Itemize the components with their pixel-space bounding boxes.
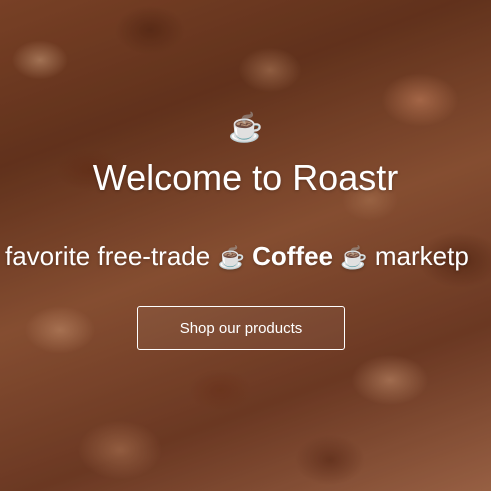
shop-products-button[interactable]: Shop our products <box>137 306 345 350</box>
coffee-cup-icon: ☕ <box>228 112 263 143</box>
tagline-text-after: marketp <box>374 241 469 271</box>
tagline-container: favorite free-trade ☕ Coffee ☕ marketp <box>0 236 491 276</box>
tagline-text-before: favorite free-trade <box>5 241 211 271</box>
tagline: favorite free-trade ☕ Coffee ☕ marketp <box>5 236 469 276</box>
coffee-cup-icon: ☕ <box>340 245 368 270</box>
tagline-highlight: Coffee <box>252 241 333 271</box>
hero-content: ☕ Welcome to Roastr favorite free-trade … <box>0 0 491 491</box>
page-title: Welcome to Roastr <box>92 157 399 198</box>
hero-section: ☕ Welcome to Roastr favorite free-trade … <box>0 0 491 491</box>
coffee-cup-icon: ☕ <box>217 245 245 270</box>
